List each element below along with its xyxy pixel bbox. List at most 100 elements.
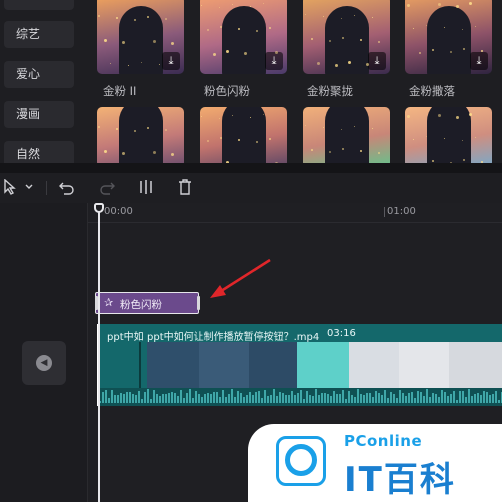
sparkle-dot (407, 4, 410, 7)
watermark: PConline IT百科 (248, 424, 502, 502)
waveform-bar (210, 394, 212, 403)
sparkle-dot (469, 2, 472, 5)
waveform-bar (189, 388, 191, 403)
playhead[interactable] (98, 203, 100, 502)
waveform-bar (462, 390, 464, 403)
waveform-bar (456, 399, 458, 403)
redo-icon[interactable] (98, 179, 116, 197)
sparkle-dot (463, 159, 465, 161)
waveform-bar (351, 394, 353, 403)
split-icon[interactable] (137, 179, 155, 197)
sparkle-dot (444, 27, 445, 28)
waveform-bar (183, 398, 185, 403)
sparkle-dot (226, 50, 229, 53)
sparkle-dot (116, 17, 118, 19)
waveform-bar (123, 394, 125, 403)
effect-thumbnail[interactable] (303, 107, 390, 163)
waveform-bar (213, 392, 215, 403)
waveform-bar (318, 394, 320, 403)
time-label: 00:00 (104, 206, 133, 217)
video-clip[interactable]: ppt中如 ppt中如何让制作播放暂停按钮？.mp4 03:16 (97, 324, 502, 406)
waveform-bar (408, 393, 410, 403)
sparkle-dot (116, 128, 118, 130)
sparkle-dot (263, 3, 264, 4)
download-icon[interactable]: ⤓ (162, 52, 180, 70)
effect-thumbnail[interactable] (405, 107, 492, 163)
waveform-bar (420, 391, 422, 403)
sparkle-dot (147, 127, 149, 129)
video-frame (399, 342, 449, 388)
sparkle-dot (342, 148, 344, 150)
waveform-bar (483, 391, 485, 403)
pointer-icon[interactable] (2, 178, 18, 197)
category-item-love[interactable]: 爱心 (4, 61, 74, 88)
sparkle-icon: ✰ (104, 296, 114, 309)
waveform-bar (186, 393, 188, 403)
category-item-variety[interactable]: 综艺 (4, 21, 74, 48)
trash-icon[interactable] (176, 179, 194, 197)
chevron-down-icon[interactable] (22, 179, 36, 197)
sparkle-dot (219, 7, 220, 8)
waveform-bar (282, 392, 284, 403)
waveform-bar (402, 393, 404, 403)
waveform-bar (474, 393, 476, 403)
sparkle-dot (348, 61, 351, 64)
effect-thumbnail[interactable]: ⤓ (303, 0, 390, 74)
sparkle-dot (232, 115, 233, 116)
waveform-bar (336, 393, 338, 403)
download-icon[interactable]: ⤓ (470, 52, 488, 70)
video-frame (147, 342, 199, 388)
waveform-bar (144, 392, 146, 403)
sparkle-dot (134, 19, 136, 21)
waveform-bar (327, 394, 329, 403)
waveform-bar (225, 397, 227, 403)
waveform-bar (498, 400, 500, 403)
panel-divider[interactable] (0, 163, 502, 173)
sparkle-dot (305, 14, 306, 15)
sparkle-dot (122, 152, 125, 155)
waveform-bar (252, 395, 254, 403)
sparkle-dot (244, 52, 247, 55)
effects-grid: ⤓ 金粉 II ⤓ 粉色闪粉 ⤓ 金粉聚拢 ⤓ 金粉撒落 (97, 0, 502, 163)
sparkle-dot (263, 114, 264, 115)
track-audio-button[interactable]: ◀ (22, 341, 66, 385)
sparkle-dot (323, 16, 324, 17)
effect-thumbnail[interactable]: ⤓ (200, 0, 287, 74)
effect-thumbnail[interactable]: ⤓ (405, 0, 492, 74)
download-icon[interactable]: ⤓ (265, 52, 283, 70)
waveform-bar (126, 391, 128, 403)
waveform-bar (372, 397, 374, 403)
waveform-bar (114, 394, 116, 403)
category-item-nature[interactable]: 自然 (4, 141, 74, 163)
effect-thumbnail[interactable] (200, 107, 287, 163)
category-item-comic[interactable]: 漫画 (4, 101, 74, 128)
sparkle-dot (305, 125, 306, 126)
waveform-bar (204, 394, 206, 403)
effect-thumbnail[interactable] (97, 107, 184, 163)
undo-icon[interactable] (58, 179, 76, 197)
waveform-bar (141, 399, 143, 403)
waveform-bar (333, 391, 335, 403)
sparkle-dot (275, 51, 278, 54)
sparkle-dot (98, 15, 100, 17)
effect-label: 金粉 II (103, 84, 137, 98)
waveform-bar (393, 393, 395, 403)
sparkle-dot (354, 126, 355, 127)
effect-thumbnail[interactable]: ⤓ (97, 0, 184, 74)
waveform-bar (195, 390, 197, 403)
waveform-bar (366, 392, 368, 403)
playhead-handle[interactable] (94, 203, 104, 213)
waveform-bar (342, 389, 344, 403)
video-frame (449, 342, 502, 388)
effect-clip[interactable]: ✰ 粉色闪粉 (95, 292, 200, 314)
waveform-bar (147, 389, 149, 403)
waveform-bar (450, 393, 452, 403)
download-icon[interactable]: ⤓ (368, 52, 386, 70)
waveform-bar (459, 391, 461, 403)
category-item-partial[interactable] (4, 0, 74, 10)
sparkle-dot (219, 118, 220, 119)
sparkle-dot (341, 129, 342, 130)
sparkle-dot (311, 38, 313, 40)
silhouette-image (119, 107, 163, 163)
time-ruler[interactable]: 00:00 01:00 (88, 203, 502, 223)
